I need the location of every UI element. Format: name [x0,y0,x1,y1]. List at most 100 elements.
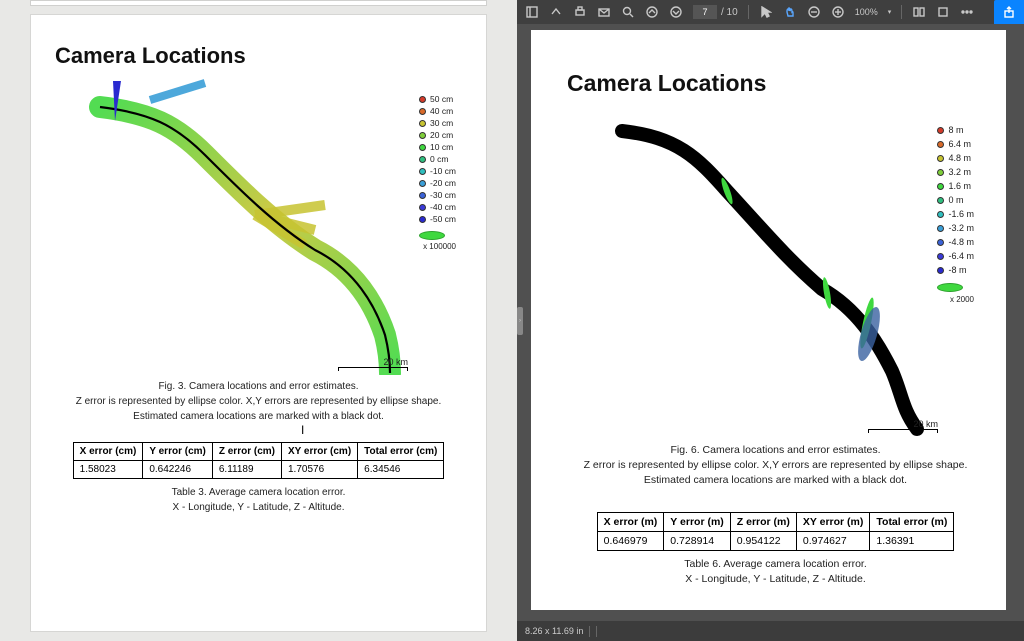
pointer-tool-icon[interactable] [759,5,773,19]
legend-label: 4.8 m [948,151,971,165]
right-scroll-area[interactable]: Camera Locations 8 m6.4 m4.8 m3.2 m1.6 [517,24,1024,621]
share-button[interactable] [994,0,1024,24]
legend-label: -30 cm [430,189,456,201]
right-viewer: / 10 100% ▾ Camera Locations [517,0,1024,641]
camera-path-graphic [55,75,465,375]
legend-item: -50 cm [419,213,456,225]
legend-item: 0 m [937,193,974,207]
legend-label: -10 cm [430,165,456,177]
table-cell: 6.11189 [212,461,281,479]
legend-swatch [937,183,944,190]
legend-swatch [419,156,426,163]
legend-swatch [937,225,944,232]
legend-swatch [937,155,944,162]
legend-item: -10 cm [419,165,456,177]
zoom-dropdown-icon[interactable]: ▾ [888,8,892,16]
figure-camera-locations: 50 cm40 cm30 cm20 cm10 cm0 cm-10 cm-20 c… [55,75,462,375]
page-up-icon[interactable] [645,5,659,19]
legend-label: 20 cm [430,129,453,141]
table-header: Total error (m) [870,513,954,532]
legend-label: 0 m [948,193,963,207]
legend-label: 6.4 m [948,137,971,151]
legend-label: 10 cm [430,141,453,153]
table-cell: 1.36391 [870,532,954,551]
sidebar-toggle-icon[interactable] [525,5,539,19]
legend-swatch [937,239,944,246]
legend-item: 10 cm [419,141,456,153]
left-scroll-area[interactable]: Camera Locations I [0,14,517,641]
page-number-input[interactable] [693,5,717,19]
table-header: XY error (cm) [281,443,357,461]
scale-label: 20 km [868,419,938,429]
page-down-icon[interactable] [669,5,683,19]
page-dimensions: 8.26 x 11.69 in [525,626,583,636]
legend-item: 0 cm [419,153,456,165]
legend-item: -4.8 m [937,235,974,249]
legend-item: 40 cm [419,105,456,117]
legend-item: 4.8 m [937,151,974,165]
legend-item: 6.4 m [937,137,974,151]
figure-legend: 50 cm40 cm30 cm20 cm10 cm0 cm-10 cm-20 c… [419,93,456,253]
legend-item: 50 cm [419,93,456,105]
zoom-in-icon[interactable] [831,5,845,19]
legend-swatch [419,180,426,187]
table-caption: Table 3. Average camera location error. … [55,485,462,515]
pane-divider[interactable]: › [517,307,523,335]
legend-swatch [419,144,426,151]
view-mode-icon[interactable] [936,5,950,19]
legend-swatch [419,108,426,115]
table-header: X error (m) [597,513,664,532]
legend-swatch [937,127,944,134]
table-header: Y error (cm) [143,443,213,461]
table-caption: Table 6. Average camera location error. … [567,557,984,587]
text-cursor-icon: I [301,423,304,437]
zoom-level[interactable]: 100% [855,7,878,17]
table-header: Z error (cm) [212,443,281,461]
print-icon[interactable] [573,5,587,19]
scale-bar: 20 km [868,419,938,433]
legend-swatch [937,211,944,218]
search-icon[interactable] [621,5,635,19]
legend-item: -40 cm [419,201,456,213]
legend-label: 40 cm [430,105,453,117]
legend-label: -20 cm [430,177,456,189]
figure-legend: 8 m6.4 m4.8 m3.2 m1.6 m0 m-1.6 m-3.2 m-4… [937,123,974,307]
legend-label: -8 m [948,263,966,277]
ellipse-scale-label: x 2000 [937,293,974,307]
legend-item: -30 cm [419,189,456,201]
left-viewer: Camera Locations I [0,0,517,641]
ellipse-scale-label: x 100000 [419,241,456,253]
legend-item: 30 cm [419,117,456,129]
figure-caption: Fig. 3. Camera locations and error estim… [55,379,462,424]
table-cell: 0.728914 [664,532,731,551]
ellipse-scale-marker [419,231,445,240]
legend-swatch [419,168,426,175]
table-header: Total error (cm) [358,443,444,461]
up-icon[interactable] [549,5,563,19]
legend-swatch [419,192,426,199]
legend-swatch [419,132,426,139]
legend-item: -6.4 m [937,249,974,263]
legend-item: -8 m [937,263,974,277]
legend-swatch [419,120,426,127]
legend-item: -3.2 m [937,221,974,235]
legend-label: -1.6 m [948,207,974,221]
mail-icon[interactable] [597,5,611,19]
hand-tool-icon[interactable] [783,5,797,19]
legend-label: -4.8 m [948,235,974,249]
table-cell: 0.642246 [143,461,213,479]
legend-item: 3.2 m [937,165,974,179]
zoom-out-icon[interactable] [807,5,821,19]
layout-icon[interactable] [912,5,926,19]
table-cell: 6.34546 [358,461,444,479]
legend-swatch [419,204,426,211]
legend-label: -6.4 m [948,249,974,263]
legend-swatch [937,169,944,176]
legend-swatch [937,267,944,274]
error-table: X error (m)Y error (m)Z error (m)XY erro… [597,512,955,551]
table-cell: 1.70576 [281,461,357,479]
more-icon[interactable] [960,5,974,19]
table-header: X error (cm) [73,443,143,461]
error-table: X error (cm)Y error (cm)Z error (cm)XY e… [73,442,445,479]
scale-label: 20 km [338,357,408,367]
